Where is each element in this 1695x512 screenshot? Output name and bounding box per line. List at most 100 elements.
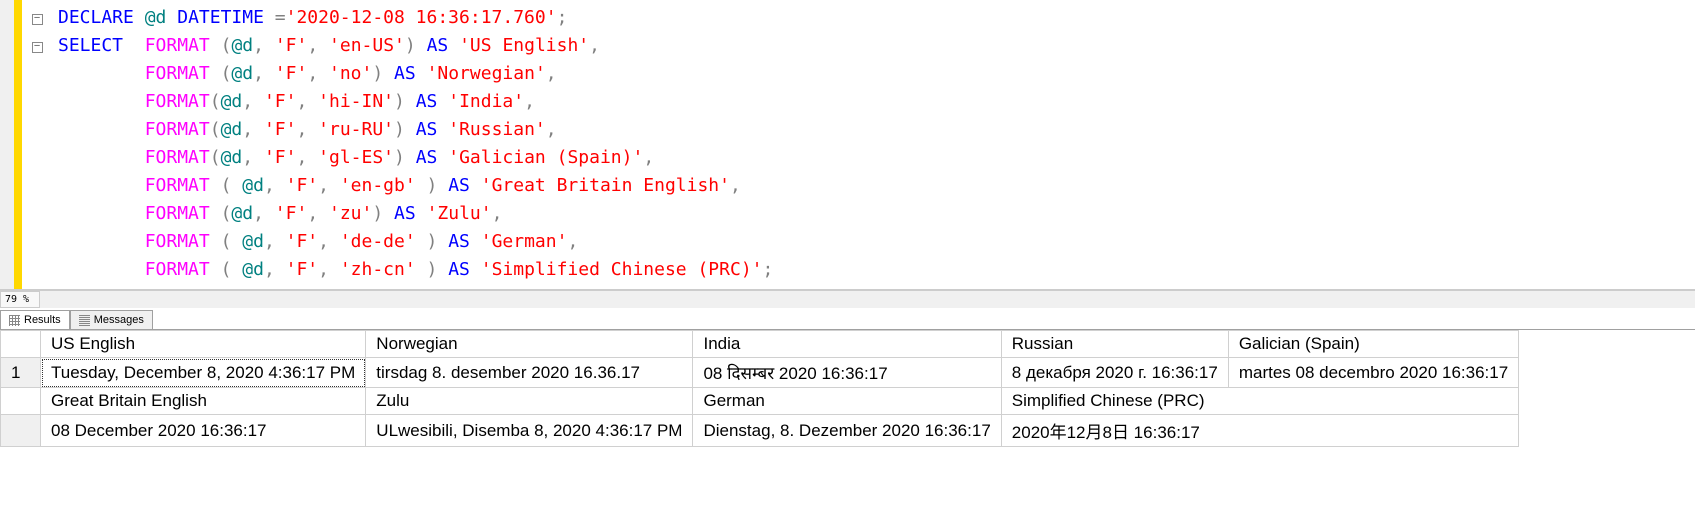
string: '2020-12-08 16:36:17.760' <box>286 7 557 28</box>
punct: , <box>242 119 264 140</box>
punct: ) <box>394 91 416 112</box>
string: 'F' <box>275 203 308 224</box>
keyword: AS <box>448 231 470 252</box>
string: 'F' <box>264 147 297 168</box>
function: FORMAT <box>145 203 210 224</box>
punct: , <box>524 91 535 112</box>
function: FORMAT <box>145 91 210 112</box>
string: 'Galician (Spain)' <box>448 147 643 168</box>
punct: , <box>253 63 275 84</box>
string: 'gl-ES' <box>318 147 394 168</box>
results-grid[interactable]: US English Norwegian India Russian Galic… <box>0 330 1695 512</box>
cell[interactable]: tirsdag 8. desember 2020 16.36.17 <box>366 358 693 388</box>
cell[interactable]: Tuesday, December 8, 2020 4:36:17 PM <box>41 358 366 388</box>
variable: @d <box>231 203 253 224</box>
variable: @d <box>242 175 264 196</box>
keyword: AS <box>448 259 470 280</box>
row-header-corner[interactable] <box>1 388 41 415</box>
sql-editor[interactable]: DECLARE @d DATETIME ='2020-12-08 16:36:1… <box>52 0 1695 289</box>
punct: ) <box>416 175 449 196</box>
punct: , <box>643 147 654 168</box>
cell[interactable]: martes 08 decembro 2020 16:36:17 <box>1228 358 1518 388</box>
tab-label: Messages <box>94 314 144 326</box>
punct: ( <box>210 35 232 56</box>
keyword: AS <box>416 147 438 168</box>
variable: @d <box>145 7 167 28</box>
string: 'US English' <box>459 35 589 56</box>
string: 'Russian' <box>448 119 546 140</box>
cell[interactable]: Dienstag, 8. Dezember 2020 16:36:17 <box>693 415 1001 447</box>
col-header[interactable]: US English <box>41 331 366 358</box>
punct: , <box>546 119 557 140</box>
change-indicator <box>14 0 22 289</box>
punct: ) <box>394 119 416 140</box>
cell[interactable]: 8 декабря 2020 г. 16:36:17 <box>1001 358 1228 388</box>
punct: ( <box>210 175 243 196</box>
punct: , <box>253 203 275 224</box>
keyword: SELECT <box>58 35 123 56</box>
string: 'en-gb' <box>340 175 416 196</box>
punct: , <box>264 259 286 280</box>
variable: @d <box>221 119 243 140</box>
punct: , <box>589 35 600 56</box>
outline-gutter: − − <box>22 0 52 289</box>
editor-pane: − − DECLARE @d DATETIME ='2020-12-08 16:… <box>0 0 1695 290</box>
row-number[interactable] <box>1 415 41 447</box>
col-header[interactable]: Zulu <box>366 388 693 415</box>
punct: ) <box>394 147 416 168</box>
function: FORMAT <box>145 119 210 140</box>
collapse-icon[interactable]: − <box>32 42 43 53</box>
punct: , <box>307 35 329 56</box>
punct: ( <box>210 91 221 112</box>
punct: ) <box>372 63 394 84</box>
variable: @d <box>221 147 243 168</box>
editor-margin <box>0 0 14 289</box>
punct: , <box>264 175 286 196</box>
punct: ) <box>372 203 394 224</box>
punct: ( <box>210 259 243 280</box>
variable: @d <box>242 231 264 252</box>
col-header[interactable]: Norwegian <box>366 331 693 358</box>
string: 'F' <box>286 175 319 196</box>
punct: , <box>318 231 340 252</box>
row-header-corner[interactable] <box>1 331 41 358</box>
zoom-bar: 79 % <box>0 290 1695 308</box>
zoom-dropdown[interactable]: 79 % <box>0 291 40 308</box>
col-header[interactable]: Simplified Chinese (PRC) <box>1001 388 1518 415</box>
keyword: DECLARE <box>58 7 134 28</box>
cell[interactable]: 08 December 2020 16:36:17 <box>41 415 366 447</box>
row-number[interactable]: 1 <box>1 358 41 388</box>
cell[interactable]: ULwesibili, Disemba 8, 2020 4:36:17 PM <box>366 415 693 447</box>
variable: @d <box>221 91 243 112</box>
tab-results[interactable]: Results <box>0 310 70 329</box>
string: 'Great Britain English' <box>481 175 730 196</box>
punct: , <box>242 147 264 168</box>
tab-messages[interactable]: Messages <box>70 310 153 329</box>
keyword: DATETIME <box>177 7 264 28</box>
string: 'en-US' <box>329 35 405 56</box>
punct: ( <box>210 63 232 84</box>
string: 'Zulu' <box>427 203 492 224</box>
col-header[interactable]: Great Britain English <box>41 388 366 415</box>
function: FORMAT <box>145 35 210 56</box>
punct: , <box>296 119 318 140</box>
col-header[interactable]: India <box>693 331 1001 358</box>
string: 'F' <box>275 35 308 56</box>
col-header[interactable]: Russian <box>1001 331 1228 358</box>
cell[interactable]: 08 दिसम्बर 2020 16:36:17 <box>693 358 1001 388</box>
keyword: AS <box>427 35 449 56</box>
punct: ) <box>405 35 427 56</box>
keyword: AS <box>416 91 438 112</box>
function: FORMAT <box>145 175 210 196</box>
col-header[interactable]: Galician (Spain) <box>1228 331 1518 358</box>
punct: , <box>492 203 503 224</box>
string: 'F' <box>286 231 319 252</box>
cell[interactable]: 2020年12月8日 16:36:17 <box>1001 415 1518 447</box>
punct: , <box>307 63 329 84</box>
punct: , <box>253 35 275 56</box>
ssms-window: − − DECLARE @d DATETIME ='2020-12-08 16:… <box>0 0 1695 512</box>
punct: , <box>318 259 340 280</box>
punct: , <box>546 63 557 84</box>
col-header[interactable]: German <box>693 388 1001 415</box>
collapse-icon[interactable]: − <box>32 14 43 25</box>
